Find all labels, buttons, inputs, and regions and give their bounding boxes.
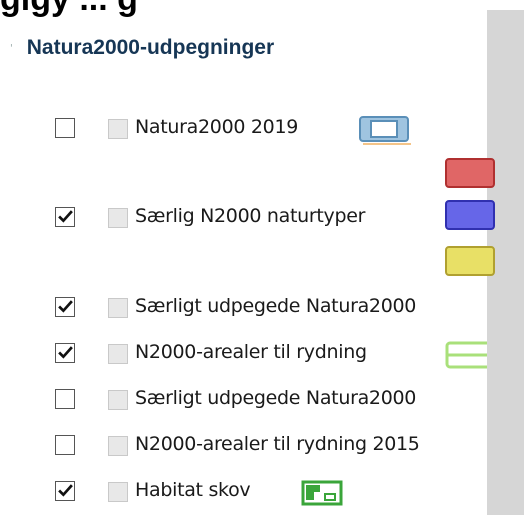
layer-checkbox[interactable] bbox=[55, 207, 75, 227]
page-heading-partial: gigy ... g bbox=[0, 0, 138, 16]
group-title: Natura2000-udpegninger bbox=[26, 36, 275, 59]
layer-checkbox[interactable] bbox=[55, 435, 75, 455]
layer-checkbox[interactable] bbox=[55, 343, 75, 363]
layer-status-box bbox=[108, 482, 128, 502]
layer-status-box bbox=[108, 390, 128, 410]
forest-area-icon bbox=[301, 480, 343, 506]
layer-status-box bbox=[108, 298, 128, 318]
legend-swatch-blue bbox=[445, 200, 495, 230]
legend-swatch-red bbox=[445, 158, 495, 188]
layer-checkbox[interactable] bbox=[55, 297, 75, 317]
layer-label: Habitat skov bbox=[135, 479, 251, 501]
layer-status-box bbox=[108, 344, 128, 364]
layer-row-saerligt-udpegede-2[interactable]: Særligt udpegede Natura2000 bbox=[0, 386, 487, 416]
layer-status-box bbox=[108, 119, 128, 139]
layer-row-habitat-skov[interactable]: Habitat skov bbox=[0, 478, 487, 508]
layer-row-natura2000-2019[interactable]: Natura2000 2019 bbox=[0, 115, 487, 145]
layer-row-saerligt-udpegede-1[interactable]: Særligt udpegede Natura2000 bbox=[0, 294, 487, 324]
layer-label: N2000-arealer til rydning bbox=[135, 341, 367, 363]
layer-label: Natura2000 2019 bbox=[135, 116, 299, 138]
layer-label: Særligt udpegede Natura2000 bbox=[135, 295, 417, 317]
layer-row-saerlig-n2000-naturtyper[interactable]: Særlig N2000 naturtyper bbox=[0, 204, 487, 234]
layer-status-box bbox=[108, 208, 128, 228]
layer-checkbox[interactable] bbox=[55, 118, 75, 138]
layer-label: N2000-arealer til rydning 2015 bbox=[135, 433, 420, 455]
scrollbar-top-gap bbox=[487, 0, 524, 10]
layer-checkbox[interactable] bbox=[55, 389, 75, 409]
layer-row-n2000-arealer-rydning[interactable]: N2000-arealer til rydning bbox=[0, 340, 487, 370]
layer-label: Særligt udpegede Natura2000 bbox=[135, 387, 417, 409]
group-toggle-icon[interactable]: ' bbox=[10, 43, 13, 54]
layer-status-box bbox=[108, 436, 128, 456]
legend-swatch-yellow bbox=[445, 246, 495, 276]
layer-row-n2000-arealer-rydning-2015[interactable]: N2000-arealer til rydning 2015 bbox=[0, 432, 487, 462]
layer-label: Særlig N2000 naturtyper bbox=[135, 205, 366, 227]
map-frame-icon bbox=[359, 116, 411, 145]
layer-group-header[interactable]: ' Natura2000-udpegninger bbox=[10, 30, 274, 66]
layer-checkbox[interactable] bbox=[55, 481, 75, 501]
legend-swatch-green bbox=[445, 341, 487, 369]
